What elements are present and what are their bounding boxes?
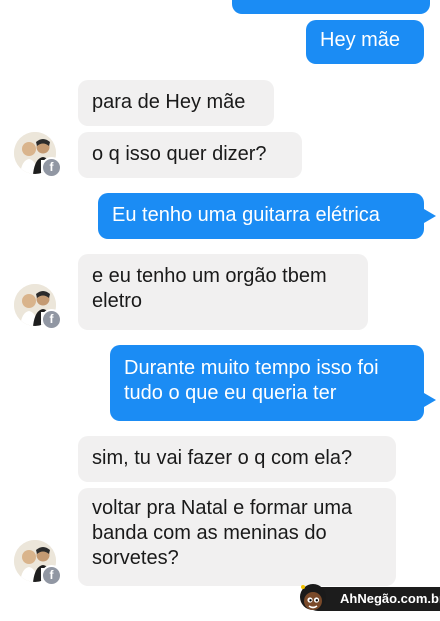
- facebook-badge-icon: f: [41, 309, 62, 330]
- message-line: tudo o que eu queria ter: [124, 382, 337, 404]
- message-tail: [424, 393, 436, 407]
- outgoing-message[interactable]: Eu tenho uma guitarra elétrica: [98, 193, 424, 239]
- message-line: e eu tenho um orgão tbem: [92, 265, 327, 287]
- message-line: voltar pra Natal e formar uma: [92, 497, 353, 519]
- facebook-badge-icon: f: [41, 565, 62, 586]
- watermark: AhNegão.com.br: [296, 582, 440, 616]
- incoming-message[interactable]: e eu tenho um orgão tbem eletro: [78, 254, 368, 330]
- incoming-message[interactable]: voltar pra Natal e formar uma banda com …: [78, 488, 396, 586]
- message-tail: [424, 209, 436, 223]
- incoming-message[interactable]: o q isso quer dizer?: [78, 132, 302, 178]
- contact-avatar[interactable]: f: [14, 132, 62, 178]
- outgoing-message[interactable]: Durante muito tempo isso foi tudo o que …: [110, 345, 424, 421]
- previous-message-bubble: [232, 0, 430, 14]
- message-text: Eu tenho uma guitarra elétrica: [112, 204, 380, 226]
- incoming-message[interactable]: para de Hey mãe: [78, 80, 274, 126]
- outgoing-message[interactable]: Hey mãe: [306, 20, 424, 64]
- message-text: para de Hey mãe: [92, 91, 246, 113]
- facebook-badge-icon: f: [41, 157, 62, 178]
- incoming-message[interactable]: sim, tu vai fazer o q com ela?: [78, 436, 396, 482]
- message-line: sorvetes?: [92, 547, 179, 569]
- message-text: sim, tu vai fazer o q com ela?: [92, 447, 353, 469]
- message-line: banda com as meninas do: [92, 522, 327, 544]
- message-text: o q isso quer dizer?: [92, 143, 267, 165]
- contact-avatar[interactable]: f: [14, 540, 62, 586]
- message-text: Hey mãe: [320, 29, 401, 51]
- contact-avatar[interactable]: f: [14, 284, 62, 330]
- message-line: Durante muito tempo isso foi: [124, 357, 379, 379]
- watermark-mascot-icon: [296, 582, 330, 616]
- message-line: eletro: [92, 290, 143, 312]
